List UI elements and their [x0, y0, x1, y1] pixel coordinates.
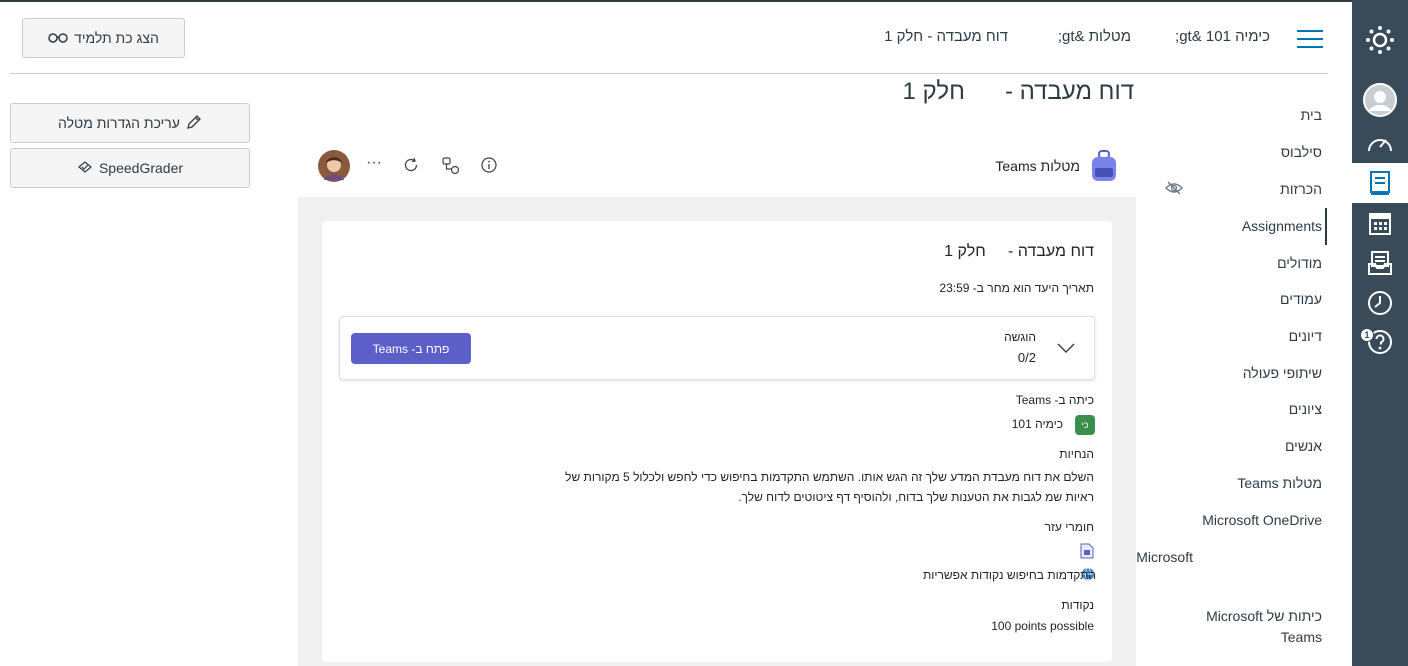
pencil-icon: [186, 114, 202, 133]
course-nav-teams-classes[interactable]: כיתות של Microsoft Teams: [1192, 606, 1322, 648]
speedgrader-button[interactable]: SpeedGrader: [10, 148, 250, 188]
speedgrader-icon: [77, 160, 93, 177]
instructions-line-1: השלם את דוח מעבדת המדע שלך זה הגש אותו. …: [565, 470, 1094, 484]
submission-label: הוגשה: [1004, 330, 1036, 344]
help-badge: 1: [1360, 328, 1374, 342]
edit-assignment-label: עריכת הגדרות מטלה: [58, 115, 180, 131]
edit-assignment-settings-button[interactable]: עריכת הגדרות מטלה: [10, 103, 250, 143]
class-avatar: כי: [1075, 415, 1095, 435]
breadcrumb-current: דוח מעבדה - חלק 1: [884, 28, 1008, 45]
courses-icon[interactable]: [1352, 163, 1408, 203]
instructions-label: הנחיות: [1059, 447, 1094, 461]
materials-label: חומרי עזר: [1044, 520, 1094, 534]
hamburger-menu-icon[interactable]: [1297, 28, 1323, 50]
assignment-title: דוח מעבדה - חלק 1: [944, 243, 1094, 260]
course-nav-modules[interactable]: מודולים: [1277, 255, 1322, 271]
instructions-line-2: ראיות שמ לגבות את הטענות שלך בדוח, ולהוס…: [738, 490, 1094, 504]
class-label: כיתה ב- Teams: [1015, 393, 1094, 407]
course-nav-teams-assignments[interactable]: מטלות Teams: [1237, 475, 1322, 491]
breadcrumb-course[interactable]: כימיה 101 &gt;: [1175, 28, 1270, 45]
info-icon[interactable]: [481, 157, 497, 178]
course-nav-grades[interactable]: ציונים: [1289, 401, 1322, 417]
course-nav-people[interactable]: אנשים: [1285, 438, 1322, 454]
more-options-icon[interactable]: ···: [366, 154, 382, 172]
course-nav-onedrive[interactable]: Microsoft OneDrive: [1202, 512, 1322, 528]
points-value: 100 points possible: [991, 619, 1094, 633]
student-view-button[interactable]: הצג כת תלמיד: [22, 18, 185, 58]
dashboard-icon[interactable]: [1352, 123, 1408, 163]
top-border: [0, 0, 1408, 2]
share-network-icon[interactable]: [442, 157, 460, 180]
document-icon: [1080, 543, 1094, 564]
eye-slash-icon: [1165, 181, 1183, 200]
course-nav-discussions[interactable]: דיונים: [1289, 328, 1322, 344]
backpack-icon: [1090, 150, 1118, 187]
speedgrader-label: SpeedGrader: [98, 160, 184, 176]
help-icon[interactable]: 1: [1352, 322, 1408, 362]
material-item[interactable]: התקדמות בחיפוש נקודות אפשריות: [923, 568, 1096, 582]
glasses-icon: [48, 30, 68, 46]
teams-app-header: מטלות Teams ···: [298, 140, 1138, 192]
submission-count: 0/2: [1017, 350, 1036, 365]
user-avatar[interactable]: [318, 150, 350, 187]
refresh-icon[interactable]: [403, 157, 419, 178]
page-title: דוח מעבדה - חלק 1: [902, 78, 1134, 105]
course-nav-collaborations[interactable]: שיתופי פעולה: [1243, 365, 1322, 381]
course-nav-home[interactable]: בית: [1301, 107, 1322, 123]
canvas-logo-icon[interactable]: [1352, 20, 1408, 60]
open-in-teams-button[interactable]: פתח ב- Teams: [351, 333, 471, 364]
inbox-icon[interactable]: [1352, 243, 1408, 283]
course-nav-assignments[interactable]: Assignments: [1242, 218, 1322, 234]
course-nav-announcements[interactable]: הכרזות: [1280, 181, 1322, 197]
global-nav: 1: [1352, 0, 1408, 666]
course-nav-pages[interactable]: עמודים: [1280, 291, 1322, 307]
course-nav-syllabus[interactable]: סילבוס: [1281, 144, 1322, 160]
history-icon[interactable]: [1352, 283, 1408, 323]
active-nav-indicator: [1325, 208, 1327, 245]
teams-app-title: מטלות Teams: [995, 158, 1080, 174]
student-view-label: הצג כת תלמיד: [74, 30, 159, 46]
breadcrumb-assignments[interactable]: מטלות &gt;: [1058, 28, 1131, 45]
account-icon[interactable]: [1352, 80, 1408, 120]
due-date-text: תאריך היעד הוא מחר ב- 23:59: [939, 281, 1094, 295]
header-divider: [10, 73, 1328, 74]
class-name[interactable]: כימיה 101: [1012, 417, 1063, 431]
chevron-down-icon[interactable]: [1057, 341, 1075, 359]
calendar-icon[interactable]: [1352, 203, 1408, 243]
points-label: נקודות: [1061, 598, 1094, 612]
